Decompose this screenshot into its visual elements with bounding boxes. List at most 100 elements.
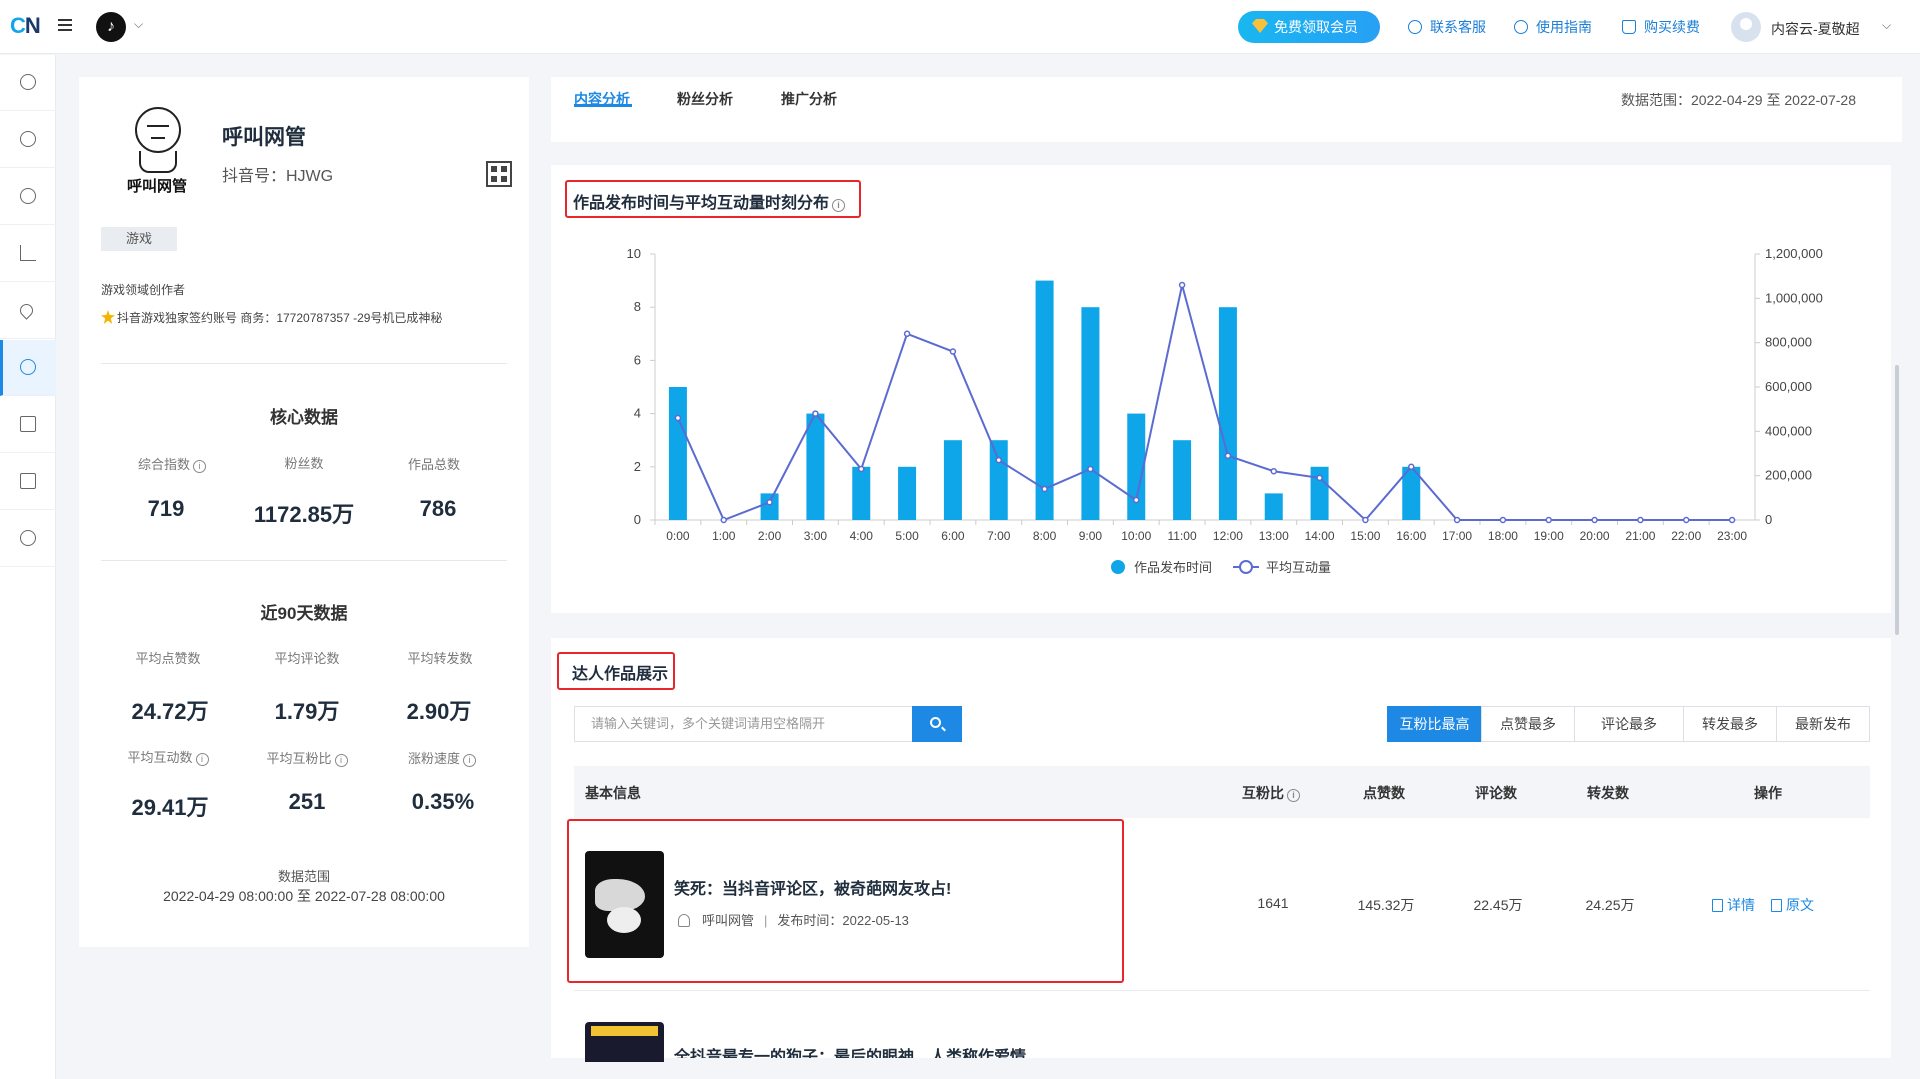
line-point <box>903 330 911 338</box>
y-tick-label-left: 2 <box>634 459 641 474</box>
stat-value: 2.90万 <box>406 699 472 724</box>
stat-value: 786 <box>419 496 457 521</box>
sort-button[interactable]: 评论最多 <box>1574 706 1684 742</box>
x-tick-label: 11:00 <box>1168 529 1197 543</box>
user-avatar[interactable] <box>1731 12 1761 42</box>
bar <box>852 466 871 520</box>
x-tick-label: 20:00 <box>1580 529 1610 543</box>
sidebar-item-search[interactable] <box>0 112 56 168</box>
tab-promo-analysis[interactable]: 推广分析 <box>781 89 837 109</box>
active-tab-indicator <box>574 104 632 107</box>
x-tick-label: 18:00 <box>1488 529 1518 543</box>
sidebar-item-discover[interactable] <box>0 169 56 225</box>
x-tick-label: 13:00 <box>1259 529 1289 543</box>
column-header[interactable]: 互粉比 i <box>1242 783 1300 803</box>
purchase-renew-link[interactable]: 购买续费 <box>1622 17 1700 37</box>
qr-code-icon[interactable] <box>486 161 512 187</box>
tab-fans-analysis[interactable]: 粉丝分析 <box>677 89 733 109</box>
search-icon <box>20 131 36 147</box>
line-point <box>1316 474 1323 482</box>
column-header[interactable]: 评论数 <box>1475 783 1517 803</box>
stat-value: 0.35% <box>411 789 475 814</box>
info-icon[interactable]: i <box>334 754 348 767</box>
stat-value: 719 <box>147 496 185 521</box>
free-vip-button[interactable]: 免费领取会员 <box>1238 11 1380 43</box>
x-tick-label: 23:00 <box>1717 529 1747 543</box>
sort-button[interactable]: 转发最多 <box>1683 706 1777 742</box>
chevron-down-icon[interactable]: ⌵ <box>1882 18 1891 33</box>
y-tick-label-left: 10 <box>627 246 641 261</box>
line-point <box>1362 516 1369 524</box>
line-point <box>1453 516 1461 524</box>
info-icon[interactable]: i <box>832 199 846 212</box>
x-tick-label: 7:00 <box>987 529 1011 543</box>
cart-icon <box>1622 20 1636 34</box>
sidebar-item-analytics[interactable] <box>0 226 56 282</box>
logo[interactable]: CN <box>10 13 41 39</box>
line-point <box>858 465 865 473</box>
original-link[interactable]: 原文 <box>1771 895 1814 915</box>
detail-link[interactable]: 详情 <box>1712 895 1755 915</box>
douyin-platform-icon[interactable]: ♪ <box>96 12 126 42</box>
bar <box>989 440 1008 520</box>
stat-label: 综合指数 i <box>97 454 247 473</box>
sidebar-item-help[interactable] <box>0 511 56 567</box>
x-tick-label: 4:00 <box>850 529 874 543</box>
video-thumbnail[interactable] <box>585 851 664 958</box>
stat-label: 平均互动数 i <box>93 747 243 766</box>
column-header: 操作 <box>1754 785 1782 801</box>
info-icon[interactable]: i <box>1287 789 1300 802</box>
bar <box>1081 307 1100 520</box>
sort-button[interactable]: 点赞最多 <box>1481 706 1575 742</box>
creator-avatar: 呼叫网管 <box>119 107 195 195</box>
sort-button[interactable]: 最新发布 <box>1776 706 1870 742</box>
cell-comments: 22.45万 <box>1473 897 1523 913</box>
download-icon <box>20 416 36 432</box>
user-name[interactable]: 内容云-夏敬超 <box>1771 19 1860 39</box>
column-header[interactable]: 转发数 <box>1587 783 1629 803</box>
line-point <box>1087 465 1094 473</box>
menu-icon[interactable] <box>58 19 72 31</box>
work-title[interactable]: 全抖音最专一的狗子：最后的眼神，人类称作爱情 <box>674 1044 1026 1058</box>
info-icon[interactable]: i <box>463 754 476 767</box>
video-thumbnail[interactable] <box>585 1022 664 1062</box>
compass-icon <box>20 74 36 90</box>
user-guide-link[interactable]: 使用指南 <box>1514 17 1592 37</box>
work-title[interactable]: 笑死：当抖音评论区，被奇葩网友攻占! <box>674 875 951 899</box>
line-point <box>720 516 727 524</box>
line-point <box>1545 516 1552 524</box>
recent-data-title: 近90天数据 <box>260 604 348 623</box>
sidebar-item-favorites[interactable] <box>0 283 56 339</box>
x-tick-label: 2:00 <box>758 529 782 543</box>
contact-support-link[interactable]: 联系客服 <box>1408 17 1486 37</box>
y-tick-label-right: 1,000,000 <box>1765 290 1823 305</box>
search-button[interactable] <box>912 706 962 742</box>
column-header[interactable]: 点赞数 <box>1363 783 1405 803</box>
creator-domain: 游戏领域创作者 <box>101 283 186 297</box>
x-tick-label: 17:00 <box>1442 529 1472 543</box>
avatar-caption: 呼叫网管 <box>126 178 187 195</box>
line-point <box>1133 496 1140 504</box>
bar <box>1173 440 1192 520</box>
y-tick-label-left: 4 <box>634 406 641 421</box>
sort-button[interactable]: 互粉比最高 <box>1387 706 1482 742</box>
info-icon[interactable]: i <box>195 753 209 766</box>
bar <box>1218 307 1237 520</box>
douyin-id: 抖音号：HJWG <box>222 168 334 185</box>
chevron-down-icon[interactable]: ⌵ <box>134 17 143 32</box>
sidebar-item-home[interactable] <box>0 55 56 111</box>
line-point <box>1224 452 1232 459</box>
date-range: 数据范围：2022-04-29 至 2022-07-28 <box>1620 92 1856 108</box>
sidebar-item-shop[interactable] <box>0 454 56 510</box>
stat-label: 作品总数 <box>407 457 460 472</box>
series-line <box>677 284 1733 522</box>
bar <box>898 466 917 520</box>
sidebar-item-creators[interactable] <box>0 340 56 396</box>
search-input[interactable]: 请输入关键词，多个关键词请用空格隔开 <box>574 706 913 742</box>
stat-label: 平均点赞数 <box>135 651 201 666</box>
bar <box>668 387 687 520</box>
sidebar-item-download[interactable] <box>0 397 56 453</box>
info-icon[interactable]: i <box>193 460 206 473</box>
stat-label: 平均评论数 <box>274 651 340 666</box>
scrollbar[interactable] <box>1895 365 1899 635</box>
